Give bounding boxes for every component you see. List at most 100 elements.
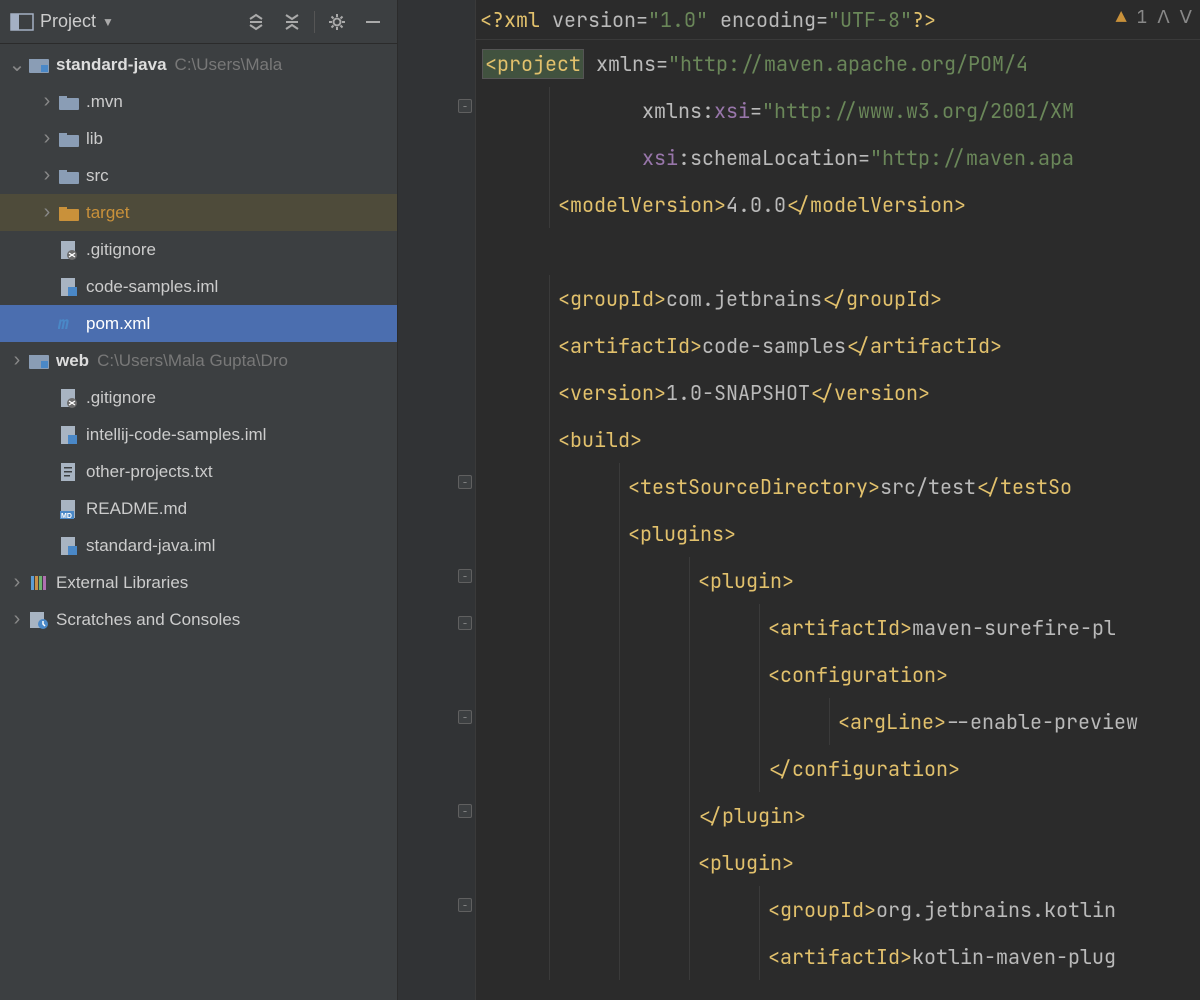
- code-line[interactable]: [476, 228, 1200, 275]
- tree-item--gitignore[interactable]: .gitignore: [0, 231, 397, 268]
- tree-item-readme-md[interactable]: MD README.md: [0, 490, 397, 527]
- tree-item--gitignore[interactable]: .gitignore: [0, 379, 397, 416]
- tree-item-src[interactable]: › src: [0, 157, 397, 194]
- code-line[interactable]: </configuration>: [476, 745, 1200, 792]
- chevron-down-icon[interactable]: ⌄: [8, 52, 26, 77]
- warning-icon: ▲: [1116, 6, 1127, 29]
- code-line[interactable]: <version>1.0-SNAPSHOT</version>: [476, 369, 1200, 416]
- chevron-right-icon[interactable]: ›: [38, 164, 56, 187]
- file-git-icon: [58, 240, 80, 260]
- fold-marker-icon[interactable]: −: [458, 898, 472, 912]
- tree-item-label: External Libraries: [56, 573, 188, 593]
- sidebar-title[interactable]: Project: [40, 11, 96, 32]
- tree-item-path: C:\Users\Mala: [175, 55, 283, 75]
- code-line[interactable]: <plugins>: [476, 510, 1200, 557]
- code-line[interactable]: <build>: [476, 416, 1200, 463]
- tree-item-pom-xml[interactable]: m pom.xml: [0, 305, 397, 342]
- project-view-icon: [10, 13, 34, 31]
- chevron-down-icon[interactable]: ▼: [102, 15, 114, 29]
- scratch-icon: [28, 611, 50, 629]
- tree-item-label: .gitignore: [86, 388, 156, 408]
- tree-item-standard-java[interactable]: ⌄ standard-java C:\Users\Mala: [0, 46, 397, 83]
- module-icon: [28, 353, 50, 369]
- code-line[interactable]: <plugin>: [476, 839, 1200, 886]
- chevron-right-icon[interactable]: ›: [8, 571, 26, 594]
- code-line[interactable]: <groupId>org.jetbrains.kotlin: [476, 886, 1200, 933]
- lib-icon: [28, 574, 50, 592]
- tree-item-intellij-code-samples-iml[interactable]: intellij-code-samples.iml: [0, 416, 397, 453]
- folder-icon: [58, 94, 80, 110]
- collapse-all-icon[interactable]: [277, 7, 307, 37]
- file-md-icon: MD: [58, 499, 80, 519]
- tree-item-other-projects-txt[interactable]: other-projects.txt: [0, 453, 397, 490]
- chevron-right-icon[interactable]: ›: [38, 201, 56, 224]
- module-icon: [28, 57, 50, 73]
- code-line[interactable]: <artifactId>kotlin-maven-plug: [476, 933, 1200, 980]
- code-line[interactable]: </plugin>: [476, 792, 1200, 839]
- code-line[interactable]: xsi:schemaLocation="http://maven.apa: [476, 134, 1200, 181]
- chevron-right-icon[interactable]: ›: [8, 349, 26, 372]
- warning-count: 1: [1137, 6, 1148, 29]
- fold-marker-icon[interactable]: −: [458, 710, 472, 724]
- tree-item-scratches-and-consoles[interactable]: › Scratches and Consoles: [0, 601, 397, 638]
- fold-marker-icon[interactable]: −: [458, 569, 472, 583]
- code-line[interactable]: <testSourceDirectory>src/test</testSo: [476, 463, 1200, 510]
- tree-item-label: standard-java.iml: [86, 536, 215, 556]
- tree-item-label: .gitignore: [86, 240, 156, 260]
- project-tree[interactable]: ⌄ standard-java C:\Users\Mala › .mvn › lib › src…: [0, 44, 397, 1000]
- chevron-right-icon[interactable]: ›: [38, 90, 56, 113]
- code-line[interactable]: <artifactId>code-samples</artifactId>: [476, 322, 1200, 369]
- code-line[interactable]: <artifactId>maven-surefire-pl: [476, 604, 1200, 651]
- tree-item--mvn[interactable]: › .mvn: [0, 83, 397, 120]
- tree-item-label: intellij-code-samples.iml: [86, 425, 266, 445]
- tree-item-label: src: [86, 166, 109, 186]
- tree-item-lib[interactable]: › lib: [0, 120, 397, 157]
- code-line[interactable]: <project xmlns="http://maven.apache.org/…: [476, 40, 1200, 87]
- fold-marker-icon[interactable]: −: [458, 99, 472, 113]
- tree-item-label: standard-java: [56, 55, 167, 75]
- fold-marker-icon[interactable]: −: [458, 804, 472, 818]
- tree-item-web[interactable]: ›webC:\Users\Mala Gupta\Dro: [0, 342, 397, 379]
- svg-text:MD: MD: [61, 513, 72, 519]
- tree-item-label: other-projects.txt: [86, 462, 213, 482]
- chevron-up-icon[interactable]: ᐱ: [1157, 6, 1169, 29]
- code-line[interactable]: <groupId>com.jetbrains</groupId>: [476, 275, 1200, 322]
- chevron-right-icon[interactable]: ›: [38, 127, 56, 150]
- editor-gutter[interactable]: − − − − − − −: [398, 0, 476, 1000]
- tree-item-label: lib: [86, 129, 103, 149]
- tree-item-path: C:\Users\Mala Gupta\Dro: [97, 351, 288, 371]
- fold-marker-icon[interactable]: −: [458, 475, 472, 489]
- svg-text:m: m: [58, 315, 69, 333]
- tree-item-external-libraries[interactable]: › External Libraries: [0, 564, 397, 601]
- file-iml-icon: [58, 536, 80, 556]
- tree-item-label: pom.xml: [86, 314, 150, 334]
- folder-orange-icon: [58, 205, 80, 221]
- tree-item-target[interactable]: ›target: [0, 194, 397, 231]
- code-line[interactable]: <argLine>--enable-preview: [476, 698, 1200, 745]
- code-line[interactable]: <modelVersion>4.0.0</modelVersion>: [476, 181, 1200, 228]
- gear-icon[interactable]: [322, 7, 352, 37]
- tree-item-label: Scratches and Consoles: [56, 610, 240, 630]
- tree-item-code-samples-iml[interactable]: code-samples.iml: [0, 268, 397, 305]
- divider: [314, 11, 315, 33]
- chevron-right-icon[interactable]: ›: [8, 608, 26, 631]
- code-line[interactable]: <plugin>: [476, 557, 1200, 604]
- file-git-icon: [58, 388, 80, 408]
- file-maven-icon: m: [58, 315, 80, 333]
- tree-item-label: README.md: [86, 499, 187, 519]
- editor-area: − − − − − − − ▲ 1 ᐱ ᐯ <?xml version="1.0" enco…: [398, 0, 1200, 1000]
- tree-item-label: .mvn: [86, 92, 123, 112]
- code-editor[interactable]: ▲ 1 ᐱ ᐯ <?xml version="1.0" encoding="UT…: [476, 0, 1200, 1000]
- file-txt-icon: [58, 462, 80, 482]
- chevron-down-icon[interactable]: ᐯ: [1180, 6, 1192, 29]
- code-line[interactable]: xmlns:xsi="http://www.w3.org/2001/XM: [476, 87, 1200, 134]
- tree-item-standard-java-iml[interactable]: standard-java.iml: [0, 527, 397, 564]
- code-line[interactable]: <configuration>: [476, 651, 1200, 698]
- inspections-widget[interactable]: ▲ 1 ᐱ ᐯ: [1116, 6, 1192, 29]
- code-line[interactable]: <?xml version="1.0" encoding="UTF-8"?>: [476, 0, 1200, 40]
- fold-marker-icon[interactable]: −: [458, 616, 472, 630]
- expand-all-icon[interactable]: [241, 7, 271, 37]
- folder-icon: [58, 131, 80, 147]
- minimize-icon[interactable]: [358, 7, 388, 37]
- sidebar-header: Project ▼: [0, 0, 397, 44]
